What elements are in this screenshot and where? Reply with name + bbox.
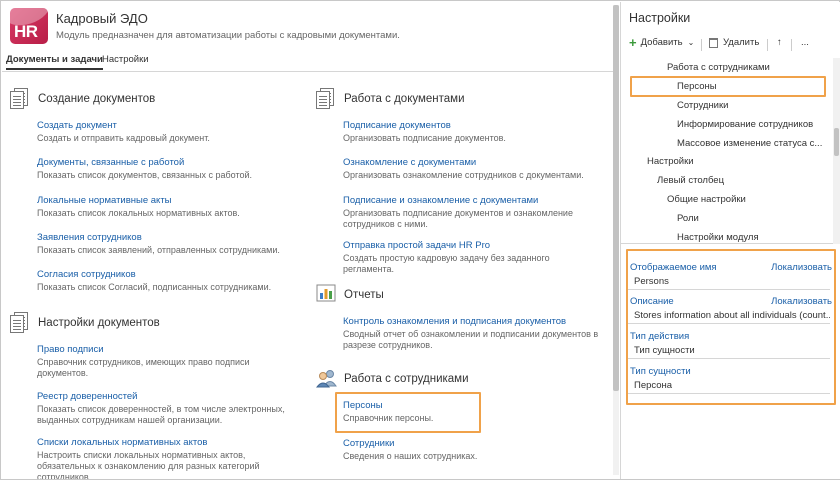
action-type-field[interactable]: Тип сущности bbox=[628, 342, 830, 359]
list-item: Сотрудники Сведения о наших сотрудниках. bbox=[343, 438, 603, 462]
display-name-label: Отображаемое имя bbox=[630, 262, 717, 273]
settings-toolbar: + Добавить ⌄ Удалить ↑ ... bbox=[621, 34, 840, 54]
section-reports: Отчеты bbox=[316, 284, 384, 306]
move-up-button[interactable]: ↑ bbox=[777, 37, 782, 48]
tree-item-module-settings[interactable]: Настройки модуля bbox=[677, 232, 759, 243]
tab-settings[interactable]: Настройки bbox=[102, 54, 149, 65]
list-item: Реестр доверенностей Показать список дов… bbox=[37, 391, 297, 426]
link-acquaint-control-report[interactable]: Контроль ознакомления и подписания докум… bbox=[343, 316, 603, 327]
module-title: Кадровый ЭДО bbox=[56, 11, 148, 26]
link-local-acts-lists[interactable]: Списки локальных нормативных актов bbox=[37, 437, 297, 448]
module-subtitle: Модуль предназначен для автоматизации ра… bbox=[56, 30, 400, 41]
link-persons[interactable]: Персоны bbox=[343, 400, 603, 411]
link-create-document[interactable]: Создать документ bbox=[37, 120, 297, 131]
link-employees[interactable]: Сотрудники bbox=[343, 438, 603, 449]
document-icon bbox=[10, 312, 32, 334]
list-item: Создать документ Создать и отправить кад… bbox=[37, 120, 297, 144]
people-icon bbox=[315, 368, 338, 390]
tab-documents-tasks[interactable]: Документы и задачи bbox=[6, 54, 103, 70]
list-item: Персоны Справочник персоны. bbox=[343, 400, 603, 424]
list-item: Отправка простой задачи HR Pro Создать п… bbox=[343, 240, 603, 275]
link-power-of-attorney-registry[interactable]: Реестр доверенностей bbox=[37, 391, 297, 402]
link-work-documents[interactable]: Документы, связанные с работой bbox=[37, 157, 297, 168]
action-type-label: Тип действия bbox=[630, 331, 690, 342]
link-signing-right[interactable]: Право подписи bbox=[37, 344, 297, 355]
add-button[interactable]: + Добавить ⌄ bbox=[629, 34, 695, 50]
hr-logo: HR bbox=[10, 8, 48, 44]
module-scrollbar[interactable] bbox=[613, 5, 619, 475]
link-sign-and-acquaint[interactable]: Подписание и ознакомление с документами bbox=[343, 195, 603, 206]
localize-description-link[interactable]: Локализовать bbox=[771, 296, 832, 307]
list-item: Контроль ознакомления и подписания докум… bbox=[343, 316, 603, 351]
list-item: Подписание и ознакомление с документами … bbox=[343, 195, 603, 230]
link-send-hr-task[interactable]: Отправка простой задачи HR Pro bbox=[343, 240, 603, 251]
tree-item-work-with-employees[interactable]: Работа с сотрудниками bbox=[667, 62, 770, 73]
tree-item-informing[interactable]: Информирование сотрудников bbox=[677, 119, 813, 130]
tree-item-roles[interactable]: Роли bbox=[677, 213, 699, 224]
entity-type-field[interactable]: Персона bbox=[628, 377, 830, 394]
section-work-with-employees: Работа с сотрудниками bbox=[315, 368, 469, 390]
delete-button[interactable]: Удалить bbox=[709, 37, 759, 48]
tree-item-left-column[interactable]: Левый столбец bbox=[657, 175, 724, 186]
section-work-with-documents: Работа с документами bbox=[316, 88, 465, 110]
settings-tree: Работа с сотрудниками Персоны Сотрудники… bbox=[621, 58, 835, 244]
tree-item-persons[interactable]: Персоны bbox=[677, 81, 717, 92]
link-sign-documents[interactable]: Подписание документов bbox=[343, 120, 603, 131]
display-name-field[interactable]: Persons bbox=[628, 273, 830, 290]
chevron-down-icon: ⌄ bbox=[687, 38, 695, 47]
app-window: HR Кадровый ЭДО Модуль предназначен для … bbox=[0, 0, 840, 480]
plus-icon: + bbox=[629, 34, 637, 50]
list-item: Право подписи Справочник сотрудников, им… bbox=[37, 344, 297, 379]
settings-title: Настройки bbox=[629, 11, 691, 25]
tree-item-settings[interactable]: Настройки bbox=[647, 156, 694, 167]
list-item: Ознакомление с документами Организовать … bbox=[343, 157, 603, 181]
list-item: Списки локальных нормативных актов Настр… bbox=[37, 437, 297, 479]
link-employee-statements[interactable]: Заявления сотрудников bbox=[37, 232, 297, 243]
settings-pane: Настройки + Добавить ⌄ Удалить ↑ ... Раб… bbox=[620, 2, 840, 479]
link-local-acts[interactable]: Локальные нормативные акты bbox=[37, 195, 297, 206]
list-item: Подписание документов Организовать подпи… bbox=[343, 120, 603, 144]
list-item: Документы, связанные с работой Показать … bbox=[37, 157, 297, 181]
list-item: Заявления сотрудников Показать список за… bbox=[37, 232, 297, 256]
list-item: Согласия сотрудников Показать список Сог… bbox=[37, 269, 297, 293]
list-item: Локальные нормативные акты Показать спис… bbox=[37, 195, 297, 219]
description-field[interactable]: Stores information about all individuals… bbox=[628, 307, 830, 324]
module-tabs: Документы и задачи Настройки bbox=[2, 54, 614, 72]
section-create-documents: Создание документов bbox=[10, 88, 155, 110]
tree-item-general-settings[interactable]: Общие настройки bbox=[667, 194, 746, 205]
link-acquaint-documents[interactable]: Ознакомление с документами bbox=[343, 157, 603, 168]
document-icon bbox=[10, 88, 32, 110]
module-pane: HR Кадровый ЭДО Модуль предназначен для … bbox=[2, 2, 614, 479]
link-employee-consents[interactable]: Согласия сотрудников bbox=[37, 269, 297, 280]
more-button[interactable]: ... bbox=[801, 37, 809, 48]
chart-icon bbox=[316, 284, 338, 306]
tree-item-mass-status-change[interactable]: Массовое изменение статуса с... bbox=[677, 138, 822, 149]
properties-panel: Отображаемое имя Локализовать Persons Оп… bbox=[626, 249, 836, 405]
description-label: Описание bbox=[630, 296, 674, 307]
tree-item-employees[interactable]: Сотрудники bbox=[677, 100, 728, 111]
entity-type-label: Тип сущности bbox=[630, 366, 691, 377]
trash-icon bbox=[709, 37, 718, 48]
tree-scrollbar[interactable] bbox=[833, 58, 840, 244]
section-document-settings: Настройки документов bbox=[10, 312, 160, 334]
document-icon bbox=[316, 88, 338, 110]
localize-display-name-link[interactable]: Локализовать bbox=[771, 262, 832, 273]
